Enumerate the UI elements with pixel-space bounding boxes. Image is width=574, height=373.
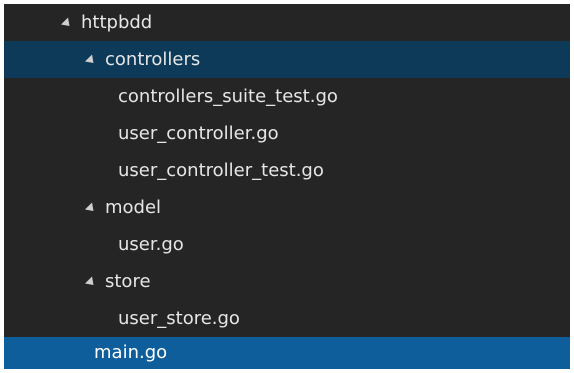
tree-item-label: user_controller_test.go (118, 160, 324, 181)
tree-folder-store[interactable]: store (4, 263, 570, 300)
triangle-down-icon[interactable] (60, 17, 74, 30)
triangle-down-icon[interactable] (84, 276, 98, 289)
tree-item-label: model (105, 197, 162, 218)
tree-file-controllers-suite-test[interactable]: controllers_suite_test.go (4, 78, 570, 115)
tree-item-label: controllers_suite_test.go (118, 86, 338, 107)
tree-item-label: user_store.go (118, 308, 240, 329)
tree-item-label: user_controller.go (118, 123, 279, 144)
triangle-down-icon[interactable] (84, 202, 98, 215)
tree-file-user-store[interactable]: user_store.go (4, 300, 570, 337)
tree-folder-controllers[interactable]: controllers (4, 41, 570, 78)
tree-item-label: controllers (105, 49, 201, 70)
file-explorer: httpbdd controllers controllers_suite_te… (0, 0, 574, 373)
tree-file-user-controller-test[interactable]: user_controller_test.go (4, 152, 570, 189)
tree-item-label: httpbdd (81, 12, 153, 33)
tree-item-label: store (105, 271, 151, 292)
tree-file-user[interactable]: user.go (4, 226, 570, 263)
explorer-tree: httpbdd controllers controllers_suite_te… (4, 4, 570, 369)
tree-folder-model[interactable]: model (4, 189, 570, 226)
tree-folder-httpbdd[interactable]: httpbdd (4, 4, 570, 41)
tree-item-label: user.go (118, 234, 184, 255)
triangle-down-icon[interactable] (84, 54, 98, 67)
tree-file-main[interactable]: main.go (4, 337, 570, 369)
tree-file-user-controller[interactable]: user_controller.go (4, 115, 570, 152)
tree-item-label: main.go (94, 342, 168, 363)
